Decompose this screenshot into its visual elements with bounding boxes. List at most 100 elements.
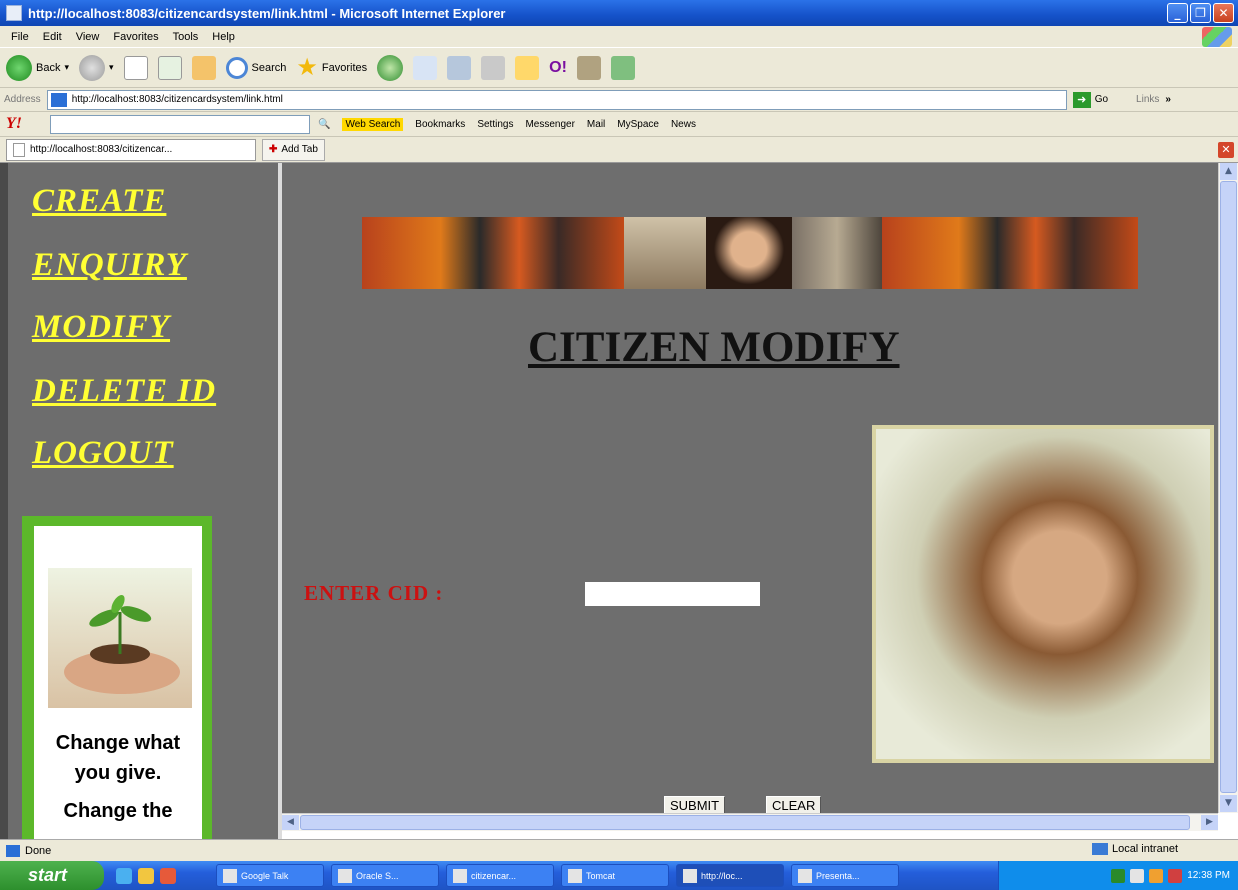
clear-button[interactable]: CLEAR bbox=[766, 796, 822, 813]
address-input[interactable]: http://localhost:8083/citizencardsystem/… bbox=[46, 89, 1067, 110]
ad-text-line3: Change the bbox=[63, 800, 173, 822]
plant-illustration bbox=[64, 594, 180, 694]
start-label: start bbox=[28, 865, 68, 885]
back-label: Back bbox=[36, 61, 61, 74]
maximize-button[interactable]: ❐ bbox=[1190, 3, 1211, 23]
window-title-bar[interactable]: http://localhost:8083/citizencardsystem/… bbox=[0, 0, 1238, 26]
menu-edit[interactable]: Edit bbox=[36, 31, 69, 43]
windows-logo-icon bbox=[1202, 27, 1232, 47]
address-url: http://localhost:8083/citizencardsystem/… bbox=[71, 94, 283, 105]
nav-link-modify[interactable]: MODIFY bbox=[32, 309, 170, 346]
go-label: Go bbox=[1094, 94, 1109, 105]
yahoo-search-input[interactable] bbox=[50, 114, 310, 134]
horizontal-scrollbar[interactable]: ◀ ▶ bbox=[282, 813, 1218, 831]
stop-icon[interactable] bbox=[123, 55, 148, 80]
yahoo-search-icon[interactable]: 🔍 bbox=[318, 119, 330, 130]
favorites-button[interactable]: ★ Favorites bbox=[296, 53, 367, 82]
tray-icon[interactable] bbox=[1130, 868, 1145, 883]
yahoo-messenger-icon[interactable]: O! bbox=[549, 59, 567, 77]
close-tab-button[interactable]: ✕ bbox=[1218, 142, 1234, 158]
edit-icon[interactable] bbox=[481, 55, 506, 80]
submit-button[interactable]: SUBMIT bbox=[664, 796, 726, 813]
tomcat-icon bbox=[568, 868, 582, 883]
media-quick-icon[interactable] bbox=[138, 867, 154, 884]
zone-label: Local intranet bbox=[1111, 843, 1178, 855]
ie-quick-icon[interactable] bbox=[116, 867, 132, 884]
research-icon[interactable] bbox=[576, 55, 601, 80]
web-search-button[interactable]: Web Search bbox=[342, 117, 404, 131]
chevron-right-icon[interactable]: » bbox=[1165, 94, 1171, 105]
menu-view[interactable]: View bbox=[69, 31, 107, 43]
minimize-button[interactable]: _ bbox=[1167, 3, 1188, 23]
dropdown-arrow-icon: ▾ bbox=[109, 62, 114, 72]
oracle-icon bbox=[338, 868, 352, 883]
menu-favorites[interactable]: Favorites bbox=[106, 31, 165, 43]
nav-link-enquiry[interactable]: ENQUIRY bbox=[32, 247, 187, 284]
links-label[interactable]: Links bbox=[1136, 94, 1159, 105]
scroll-right-icon[interactable]: ▶ bbox=[1201, 815, 1218, 830]
scroll-left-icon[interactable]: ◀ bbox=[282, 815, 299, 830]
dropdown-arrow-icon: ▾ bbox=[64, 62, 69, 72]
task-presentation[interactable]: Presenta... bbox=[791, 864, 899, 887]
tray-icon[interactable] bbox=[1111, 868, 1126, 883]
mail-icon[interactable] bbox=[413, 55, 438, 80]
settings-button[interactable]: Settings bbox=[477, 119, 513, 130]
quick-launch bbox=[116, 867, 216, 884]
task-google-talk[interactable]: Google Talk bbox=[216, 864, 324, 887]
myspace-button[interactable]: MySpace bbox=[617, 119, 659, 130]
task-oracle[interactable]: Oracle S... bbox=[331, 864, 439, 887]
task-tomcat[interactable]: Tomcat bbox=[561, 864, 669, 887]
menu-help[interactable]: Help bbox=[205, 31, 242, 43]
plus-icon: ✚ bbox=[269, 144, 278, 155]
ad-text-line1: Change what bbox=[55, 732, 181, 754]
refresh-icon[interactable] bbox=[157, 55, 182, 80]
desktop-quick-icon[interactable] bbox=[160, 867, 176, 884]
taskbar: start Google Talk Oracle S... citizencar… bbox=[0, 861, 1238, 890]
ad-banner[interactable]: Change what you give. Change the bbox=[22, 516, 212, 839]
scroll-down-icon[interactable]: ▼ bbox=[1220, 795, 1237, 812]
add-tab-button[interactable]: ✚ Add Tab bbox=[262, 138, 325, 161]
nav-link-logout[interactable]: LOGOUT bbox=[32, 435, 174, 472]
star-icon: ★ bbox=[296, 54, 318, 81]
yahoo-logo-icon[interactable]: Y! bbox=[6, 115, 50, 133]
cid-input[interactable] bbox=[585, 582, 760, 606]
menu-tools[interactable]: Tools bbox=[166, 31, 206, 43]
horizontal-scroll-thumb[interactable] bbox=[300, 815, 1190, 830]
history-icon[interactable] bbox=[377, 54, 404, 81]
yahoo-toolbar: Y! 🔍 Web Search Bookmarks Settings Messe… bbox=[0, 112, 1238, 137]
favorites-label: Favorites bbox=[321, 61, 368, 74]
vertical-scrollbar[interactable]: ▲ ▼ bbox=[1218, 163, 1238, 813]
go-button[interactable]: ➜ Go bbox=[1072, 91, 1109, 108]
print-icon[interactable] bbox=[447, 55, 472, 80]
nav-link-create[interactable]: CREATE bbox=[32, 183, 166, 220]
bookmarks-button[interactable]: Bookmarks bbox=[415, 119, 465, 130]
ad-text-line2: you give. bbox=[74, 762, 162, 784]
vertical-scroll-thumb[interactable] bbox=[1220, 181, 1237, 793]
woman-thinking-image bbox=[872, 425, 1214, 763]
task-citizencard[interactable]: citizencar... bbox=[446, 864, 554, 887]
task-ie-window[interactable]: http://loc... bbox=[676, 864, 784, 887]
task-label: Presenta... bbox=[816, 870, 860, 881]
clock[interactable]: 12:38 PM bbox=[1187, 870, 1230, 881]
messenger-people-icon[interactable] bbox=[610, 55, 635, 80]
forward-button[interactable]: ▾ bbox=[79, 54, 114, 81]
tab-active[interactable]: http://localhost:8083/citizencar... bbox=[6, 138, 256, 161]
notes-icon[interactable] bbox=[515, 55, 540, 80]
messenger-button[interactable]: Messenger bbox=[525, 119, 574, 130]
nav-link-delete-id[interactable]: DELETE ID bbox=[32, 373, 216, 410]
search-button[interactable]: Search bbox=[225, 56, 286, 79]
scroll-up-icon[interactable]: ▲ bbox=[1220, 163, 1237, 180]
status-bar: Done Local intranet bbox=[0, 839, 1238, 861]
ie-icon bbox=[683, 868, 697, 883]
menu-file[interactable]: File bbox=[4, 31, 36, 43]
close-button[interactable]: ✕ bbox=[1213, 3, 1234, 23]
mail-button[interactable]: Mail bbox=[587, 119, 605, 130]
back-button[interactable]: Back ▾ bbox=[6, 54, 69, 81]
start-button[interactable]: start bbox=[0, 861, 104, 890]
task-label: Tomcat bbox=[586, 870, 616, 881]
window-title: http://localhost:8083/citizencardsystem/… bbox=[28, 5, 506, 21]
home-icon[interactable] bbox=[191, 55, 216, 80]
news-button[interactable]: News bbox=[671, 119, 696, 130]
tray-icon[interactable] bbox=[1149, 868, 1164, 883]
tray-icon[interactable] bbox=[1168, 868, 1183, 883]
